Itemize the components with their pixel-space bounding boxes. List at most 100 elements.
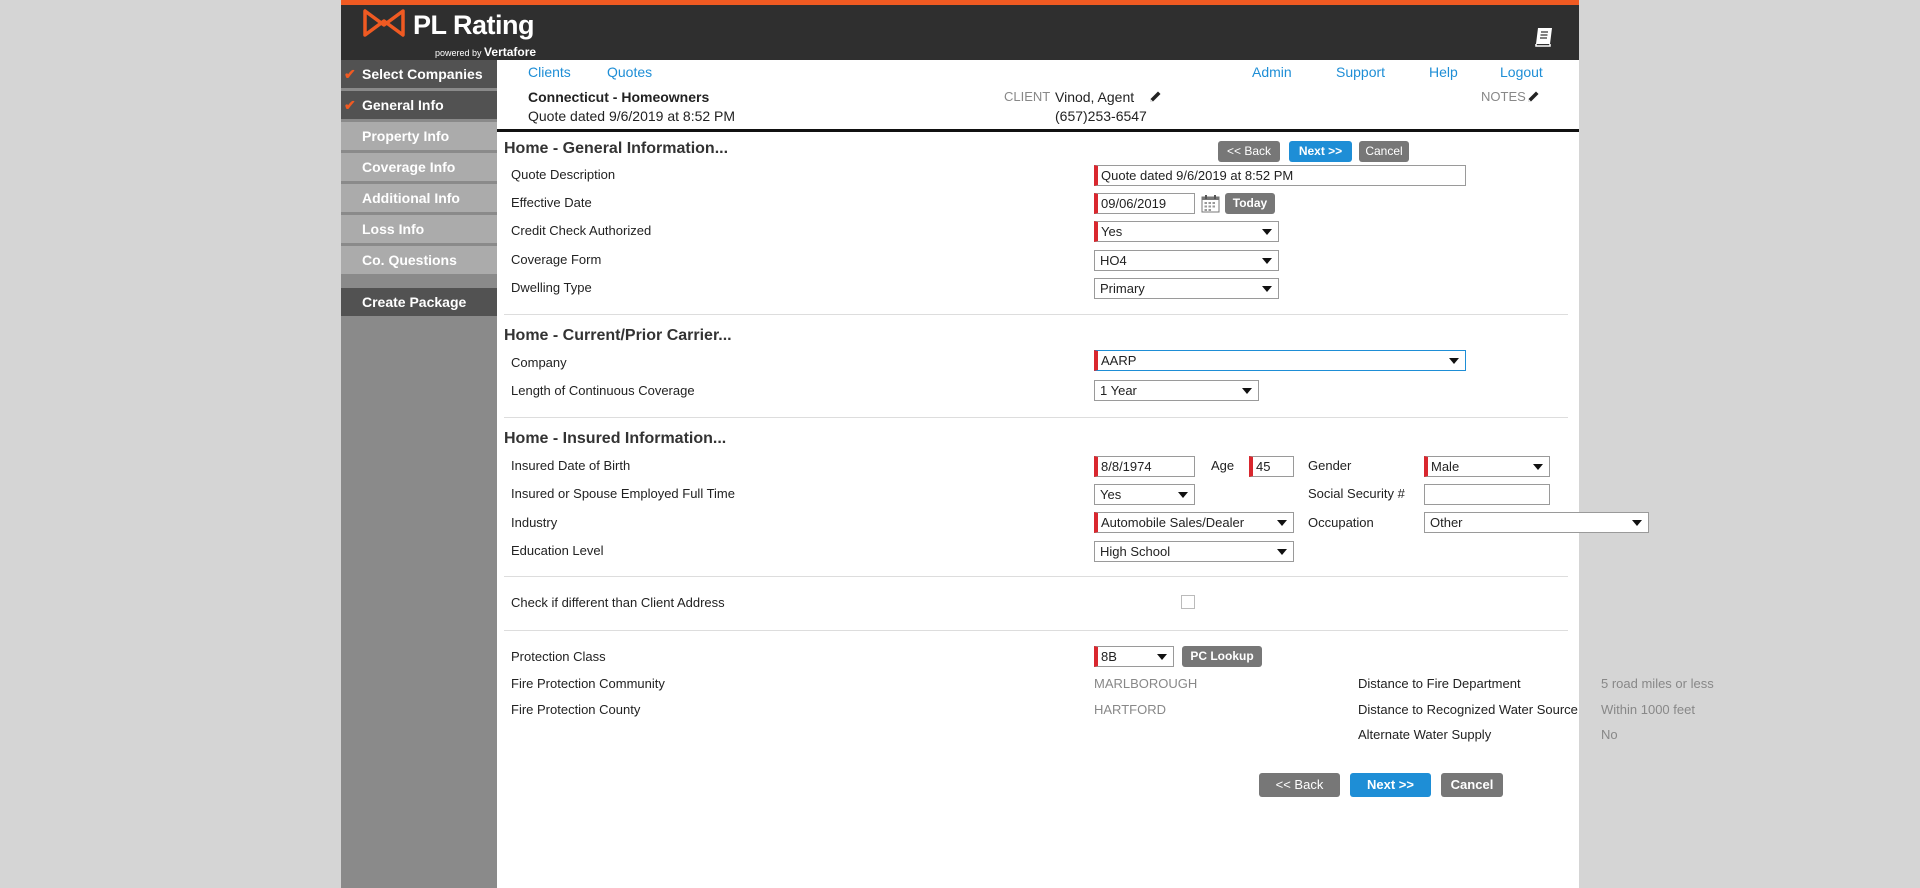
credit-check-select[interactable]: Yes xyxy=(1094,221,1279,242)
effective-date-input[interactable]: 09/06/2019 xyxy=(1094,193,1195,214)
sidebar-item-property-info[interactable]: Property Info xyxy=(341,122,497,150)
carrier-section-title: Home - Current/Prior Carrier... xyxy=(504,327,732,344)
cancel-button-bottom[interactable]: Cancel xyxy=(1441,773,1503,797)
book-icon[interactable] xyxy=(1533,25,1555,47)
distance-water-value: Within 1000 feet xyxy=(1601,702,1695,717)
quote-dated: Quote dated 9/6/2019 at 8:52 PM xyxy=(528,108,736,124)
edit-client-pencil-icon[interactable] xyxy=(1149,90,1162,103)
sidebar-item-label: Coverage Info xyxy=(362,159,456,175)
fire-community-value: MARLBOROUGH xyxy=(1094,676,1198,691)
nav-logout-link[interactable]: Logout xyxy=(1500,64,1543,80)
divider xyxy=(504,417,1568,418)
employed-select[interactable]: Yes xyxy=(1094,484,1195,505)
nav-clients-link[interactable]: Clients xyxy=(528,64,571,80)
notes-label: NOTES xyxy=(1481,89,1526,104)
divider xyxy=(504,630,1568,631)
company-select[interactable]: AARP xyxy=(1094,350,1466,371)
nav-support-link[interactable]: Support xyxy=(1336,64,1385,80)
occupation-label: Occupation xyxy=(1308,515,1374,530)
sidebar-item-coverage-info[interactable]: Coverage Info xyxy=(341,153,497,181)
length-coverage-select[interactable]: 1 Year xyxy=(1094,380,1259,401)
distance-water-label: Distance to Recognized Water Source xyxy=(1358,702,1578,717)
protection-class-select[interactable]: 8B xyxy=(1094,646,1174,667)
nav-admin-link[interactable]: Admin xyxy=(1252,64,1292,80)
education-select[interactable]: High School xyxy=(1094,541,1294,562)
fire-county-value: HARTFORD xyxy=(1094,702,1166,717)
sidebar-item-label: Property Info xyxy=(362,128,450,144)
sidebar-item-label: Additional Info xyxy=(362,190,460,206)
check-icon: ✔ xyxy=(344,66,356,82)
logo-title: PL Rating xyxy=(413,10,535,40)
quote-title: Connecticut - Homeowners xyxy=(528,89,710,105)
sidebar-item-label: Co. Questions xyxy=(362,252,457,268)
top-bar: PL Rating powered by Vertafore xyxy=(341,0,1579,60)
logo-subtitle: powered by Vertafore xyxy=(435,45,536,59)
insured-section-title: Home - Insured Information... xyxy=(504,430,727,447)
logo-sub-brand: Vertafore xyxy=(484,45,537,59)
client-name: Vinod, Agent xyxy=(1055,89,1135,105)
coverage-form-label: Coverage Form xyxy=(511,252,602,267)
alt-water-label: Alternate Water Supply xyxy=(1358,727,1492,742)
divider xyxy=(504,576,1568,577)
dwelling-type-select[interactable]: Primary xyxy=(1094,278,1279,299)
quote-header: Connecticut - Homeowners Quote dated 9/6… xyxy=(497,84,1579,132)
sidebar-item-select-companies[interactable]: ✔ Select Companies xyxy=(341,60,497,88)
sidebar-item-label: Loss Info xyxy=(362,221,425,237)
sidebar-item-loss-info[interactable]: Loss Info xyxy=(341,215,497,243)
edit-notes-pencil-icon[interactable] xyxy=(1527,90,1540,103)
nav-quotes-link[interactable]: Quotes xyxy=(607,64,652,80)
pc-lookup-button[interactable]: PC Lookup xyxy=(1182,646,1262,667)
fire-community-label: Fire Protection Community xyxy=(511,676,665,691)
company-label: Company xyxy=(511,355,567,370)
next-button-top[interactable]: Next >> xyxy=(1289,141,1352,162)
gender-select[interactable]: Male xyxy=(1424,456,1550,477)
app-window: PL Rating powered by Vertafore ✔ Select C… xyxy=(341,0,1714,888)
back-button-bottom[interactable]: << Back xyxy=(1259,773,1340,797)
employed-label: Insured or Spouse Employed Full Time xyxy=(511,486,735,501)
ssn-label: Social Security # xyxy=(1308,486,1405,501)
sidebar: ✔ Select Companies ✔ General Info Property… xyxy=(341,60,497,888)
top-nav: Clients Quotes Admin Support Help Logout xyxy=(497,60,1579,84)
check-icon: ✔ xyxy=(344,97,356,113)
distance-fd-value: 5 road miles or less xyxy=(1601,676,1714,691)
calendar-icon[interactable] xyxy=(1201,194,1220,213)
industry-label: Industry xyxy=(511,515,558,530)
sidebar-item-co-questions[interactable]: Co. Questions xyxy=(341,246,497,274)
dob-label: Insured Date of Birth xyxy=(511,458,631,473)
dob-input[interactable]: 8/8/1974 xyxy=(1094,456,1195,477)
dwelling-type-label: Dwelling Type xyxy=(511,280,592,295)
quote-description-label: Quote Description xyxy=(511,167,616,182)
quote-description-input[interactable]: Quote dated 9/6/2019 at 8:52 PM xyxy=(1094,165,1466,186)
logo-mark-icon xyxy=(363,9,405,37)
credit-check-label: Credit Check Authorized xyxy=(511,223,652,238)
next-button-bottom[interactable]: Next >> xyxy=(1350,773,1431,797)
back-button-top[interactable]: << Back xyxy=(1218,141,1280,162)
occupation-select[interactable]: Other xyxy=(1424,512,1649,533)
coverage-form-select[interactable]: HO4 xyxy=(1094,250,1279,271)
different-address-checkbox[interactable] xyxy=(1181,595,1195,609)
ssn-input[interactable] xyxy=(1424,484,1550,505)
alt-water-value: No xyxy=(1601,727,1618,742)
different-address-label: Check if different than Client Address xyxy=(511,595,725,610)
age-label: Age xyxy=(1211,458,1235,473)
general-section-title: Home - General Information... xyxy=(504,140,729,157)
logo-sub-prefix: powered by xyxy=(435,48,482,58)
create-package-button[interactable]: Create Package xyxy=(341,288,497,316)
protection-class-label: Protection Class xyxy=(511,649,606,664)
effective-date-label: Effective Date xyxy=(511,195,592,210)
fire-county-label: Fire Protection County xyxy=(511,702,641,717)
age-input[interactable]: 45 xyxy=(1249,456,1294,477)
industry-select[interactable]: Automobile Sales/Dealer xyxy=(1094,512,1294,533)
divider xyxy=(504,314,1568,315)
client-label: CLIENT xyxy=(1004,89,1051,104)
length-coverage-label: Length of Continuous Coverage xyxy=(511,383,695,398)
sidebar-item-label: General Info xyxy=(362,97,444,113)
sidebar-item-general-info[interactable]: ✔ General Info xyxy=(341,91,497,119)
distance-fd-label: Distance to Fire Department xyxy=(1358,676,1521,691)
sidebar-item-additional-info[interactable]: Additional Info xyxy=(341,184,497,212)
client-phone: (657)253-6547 xyxy=(1055,108,1147,124)
cancel-button-top[interactable]: Cancel xyxy=(1359,141,1409,162)
nav-help-link[interactable]: Help xyxy=(1429,64,1458,80)
today-button[interactable]: Today xyxy=(1225,193,1275,214)
sidebar-item-label: Select Companies xyxy=(362,66,483,82)
